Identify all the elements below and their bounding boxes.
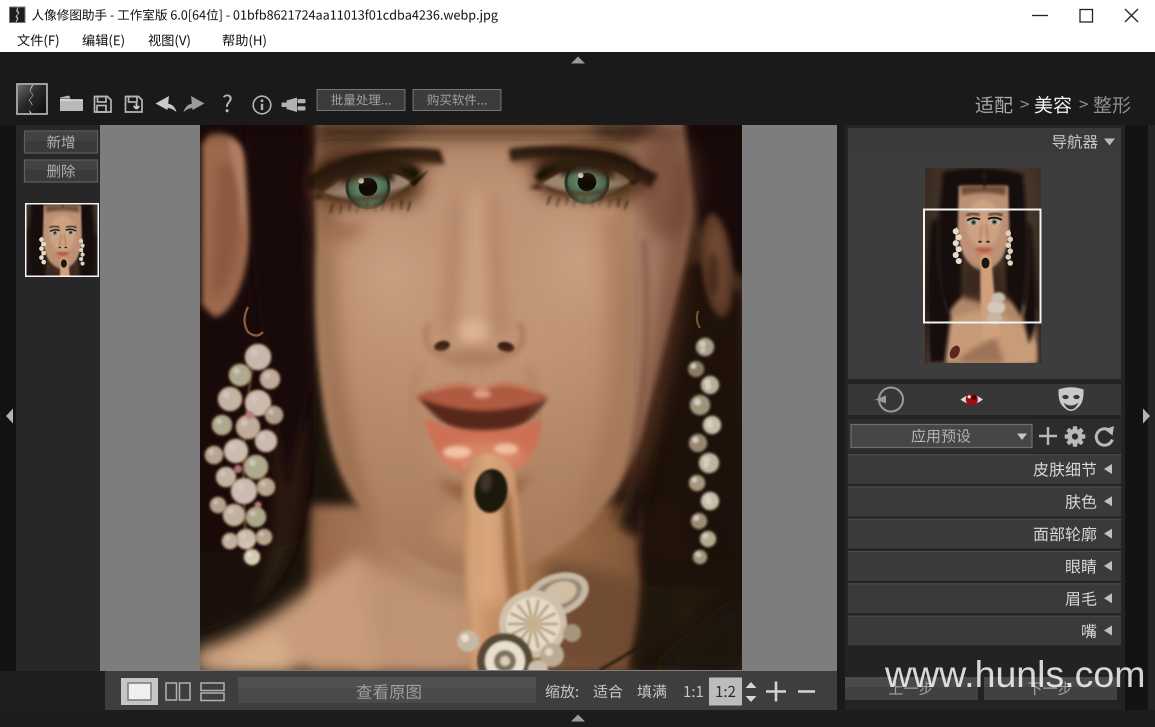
svg-text:www.hunls.com: www.hunls.com bbox=[884, 653, 1146, 695]
